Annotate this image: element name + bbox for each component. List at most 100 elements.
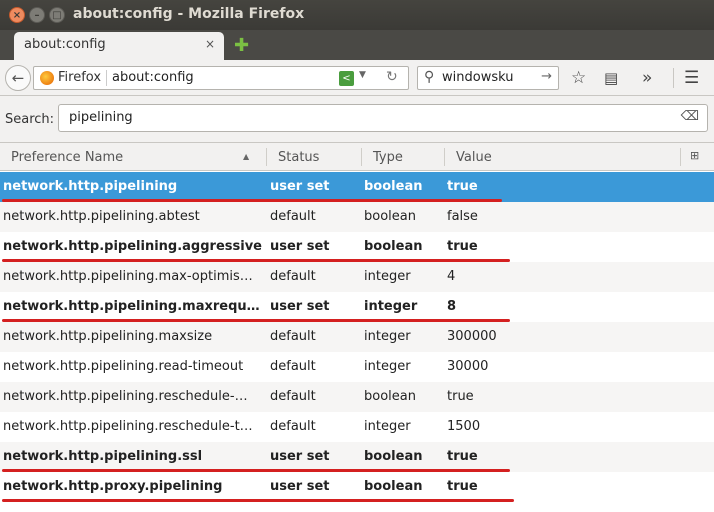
- pref-name-cell: network.http.pipelining.maxsize: [3, 329, 213, 344]
- table-row[interactable]: network.http.pipelining user set boolean tr…: [0, 172, 714, 202]
- column-header-value[interactable]: Value: [456, 150, 492, 165]
- clear-search-icon[interactable]: ⌫: [681, 109, 699, 124]
- table-row[interactable]: network.http.pipelining.read-timeout defa…: [0, 352, 714, 382]
- column-divider[interactable]: [266, 148, 267, 166]
- window-minimize-button[interactable]: –: [29, 7, 45, 23]
- search-icon[interactable]: ⚲: [424, 69, 434, 85]
- pref-type-cell: boolean: [364, 209, 416, 224]
- pref-status-cell: default: [270, 329, 316, 344]
- pref-name-cell: network.http.proxy.pipelining: [3, 479, 223, 494]
- tab-about-config[interactable]: about:config ×: [14, 32, 224, 60]
- pref-value-cell: true: [447, 389, 474, 404]
- window-close-button[interactable]: ×: [9, 7, 25, 23]
- config-search-label: Search:: [5, 112, 55, 127]
- pref-name-cell: network.http.pipelining.reschedule-…: [3, 389, 248, 404]
- annotation-underline: [2, 499, 514, 502]
- url-divider: [106, 70, 107, 86]
- table-row[interactable]: network.http.pipelining.maxsize default in…: [0, 322, 714, 352]
- pref-status-cell: default: [270, 269, 316, 284]
- reload-icon[interactable]: ↻: [386, 69, 398, 85]
- pref-value-cell: 4: [447, 269, 456, 284]
- search-bar[interactable]: ⚲ windowsku →: [417, 66, 559, 90]
- new-tab-icon[interactable]: ✚: [234, 35, 249, 56]
- toolbar-divider: [673, 68, 674, 88]
- pref-type-cell: integer: [364, 329, 411, 344]
- pref-name-cell: network.http.pipelining.read-timeout: [3, 359, 244, 374]
- pref-type-cell: boolean: [364, 179, 423, 194]
- search-go-icon[interactable]: →: [541, 69, 552, 84]
- tab-label: about:config: [24, 37, 106, 52]
- column-divider[interactable]: [444, 148, 445, 166]
- search-input[interactable]: windowsku: [442, 70, 513, 85]
- column-header-status[interactable]: Status: [278, 150, 319, 165]
- column-picker-icon[interactable]: ⊞: [690, 149, 699, 162]
- config-search-row: Search: pipelining ⌫: [0, 97, 714, 141]
- pref-value-cell: true: [447, 239, 478, 254]
- table-row[interactable]: network.http.pipelining.aggressive user s…: [0, 232, 714, 262]
- column-header-name[interactable]: Preference Name: [11, 150, 123, 165]
- overflow-chevron-icon[interactable]: »: [642, 68, 652, 88]
- bookmark-star-icon[interactable]: ☆: [571, 68, 586, 88]
- pref-value-cell: 1500: [447, 419, 481, 434]
- pref-value-cell: true: [447, 179, 478, 194]
- column-divider[interactable]: [680, 148, 681, 166]
- back-arrow-icon: ←: [11, 69, 25, 87]
- table-row[interactable]: network.http.pipelining.maxreque… user se…: [0, 292, 714, 322]
- table-row[interactable]: network.http.pipelining.abtest default boo…: [0, 202, 714, 232]
- pref-value-cell: true: [447, 449, 478, 464]
- table-row[interactable]: network.http.pipelining.max-optimis… defa…: [0, 262, 714, 292]
- column-header-type[interactable]: Type: [373, 150, 403, 165]
- pref-name-cell: network.http.pipelining.max-optimis…: [3, 269, 253, 284]
- pref-name-cell: network.http.pipelining.ssl: [3, 449, 203, 464]
- pref-value-cell: 300000: [447, 329, 497, 344]
- pref-name-cell: network.http.pipelining: [3, 179, 178, 194]
- pref-type-cell: boolean: [364, 239, 423, 254]
- pref-type-cell: boolean: [364, 389, 416, 404]
- config-search-input[interactable]: pipelining: [69, 110, 133, 125]
- pref-value-cell: false: [447, 209, 478, 224]
- tab-strip: about:config × ✚: [0, 30, 714, 60]
- url-input[interactable]: about:config: [112, 70, 194, 85]
- firefox-identity-icon: [40, 71, 54, 85]
- tab-close-icon[interactable]: ×: [205, 37, 215, 51]
- pref-name-cell: network.http.pipelining.aggressive: [3, 239, 262, 254]
- back-button[interactable]: ←: [5, 65, 31, 91]
- navigation-toolbar: ← Firefox about:config < ▼ ↻ ⚲ windowsku…: [0, 60, 714, 96]
- config-search-field[interactable]: pipelining ⌫: [58, 104, 708, 132]
- url-history-dropdown-icon[interactable]: ▼: [359, 70, 366, 80]
- pref-type-cell: boolean: [364, 449, 423, 464]
- hamburger-menu-icon[interactable]: ☰: [684, 68, 699, 88]
- pref-value-cell: true: [447, 479, 478, 494]
- pref-status-cell: user set: [270, 239, 330, 254]
- pref-value-cell: 8: [447, 299, 457, 314]
- pref-status-cell: user set: [270, 449, 330, 464]
- pref-name-cell: network.http.pipelining.maxreque…: [3, 299, 265, 314]
- share-icon[interactable]: <: [339, 71, 354, 86]
- table-row[interactable]: network.http.pipelining.reschedule-… defa…: [0, 382, 714, 412]
- pref-name-cell: network.http.pipelining.abtest: [3, 209, 200, 224]
- table-row[interactable]: network.http.pipelining.reschedule-t… def…: [0, 412, 714, 442]
- pref-status-cell: user set: [270, 479, 330, 494]
- pref-status-cell: default: [270, 359, 316, 374]
- pref-name-cell: network.http.pipelining.reschedule-t…: [3, 419, 253, 434]
- pref-status-cell: default: [270, 389, 316, 404]
- pref-type-cell: integer: [364, 269, 411, 284]
- pref-status-cell: default: [270, 419, 316, 434]
- pref-value-cell: 30000: [447, 359, 489, 374]
- pref-status-cell: user set: [270, 179, 330, 194]
- column-divider[interactable]: [361, 148, 362, 166]
- url-bar[interactable]: Firefox about:config < ▼ ↻: [33, 66, 409, 90]
- table-header: Preference Name ▲ Status Type Value ⊞: [0, 143, 714, 171]
- pref-type-cell: integer: [364, 299, 418, 314]
- table-row[interactable]: network.http.proxy.pipelining user set boo…: [0, 472, 714, 502]
- pref-type-cell: integer: [364, 419, 411, 434]
- pref-type-cell: boolean: [364, 479, 423, 494]
- window-maximize-button[interactable]: □: [49, 7, 65, 23]
- pref-type-cell: integer: [364, 359, 411, 374]
- identity-label[interactable]: Firefox: [58, 70, 101, 85]
- table-row[interactable]: network.http.pipelining.ssl user set boole…: [0, 442, 714, 472]
- sort-ascending-icon: ▲: [243, 152, 250, 161]
- bookmarks-menu-icon[interactable]: ▤: [604, 69, 618, 87]
- pref-status-cell: default: [270, 209, 316, 224]
- preferences-table: Preference Name ▲ Status Type Value ⊞ ne…: [0, 142, 714, 512]
